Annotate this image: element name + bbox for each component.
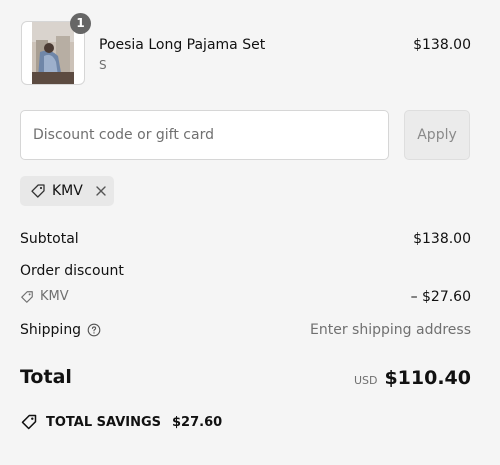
discount-code-input[interactable] [20, 110, 389, 160]
tag-icon [20, 290, 34, 304]
applied-discount-chip: KMV [20, 176, 114, 206]
line-item: 1 Poesia Long Pajama Set S $138.00 [21, 13, 471, 85]
subtotal-value: $138.00 [413, 231, 471, 247]
discount-code-name: KMV [40, 289, 69, 304]
discount-code-line: KMV [20, 289, 69, 304]
tag-icon [20, 413, 38, 431]
savings-amount: $27.60 [172, 414, 223, 430]
shipping-row: Shipping Enter shipping address [20, 322, 471, 342]
apply-button[interactable]: Apply [404, 110, 470, 160]
info-icon[interactable] [87, 323, 101, 337]
subtotal-row: Subtotal $138.00 [20, 231, 471, 251]
product-name: Poesia Long Pajama Set [99, 37, 266, 53]
order-discount-row: Order discount [20, 263, 471, 283]
currency-code: USD [353, 374, 378, 387]
quantity-badge: 1 [70, 13, 91, 34]
shipping-label: Shipping [20, 322, 82, 338]
subtotal-label: Subtotal [20, 231, 79, 247]
product-price: $138.00 [413, 37, 471, 53]
product-variant: S [99, 58, 107, 72]
tag-icon [30, 183, 46, 199]
product-thumbnail-wrapper: 1 [21, 13, 91, 85]
total-savings: TOTAL SAVINGS $27.60 [20, 413, 222, 431]
total-amount-group: USD $110.40 [354, 367, 471, 389]
discount-code-row: KMV – $27.60 [20, 289, 471, 309]
total-label: Total [20, 366, 72, 388]
discount-value: – $27.60 [410, 289, 471, 305]
savings-label: TOTAL SAVINGS [46, 414, 162, 430]
total-amount: $110.40 [384, 367, 471, 389]
close-icon[interactable] [94, 184, 108, 198]
applied-discount-code: KMV [52, 183, 83, 199]
shipping-value: Enter shipping address [310, 322, 471, 338]
order-summary: 1 Poesia Long Pajama Set S $138.00 Apply… [0, 0, 500, 465]
order-discount-label: Order discount [20, 263, 124, 279]
shipping-label-group: Shipping [20, 322, 101, 338]
